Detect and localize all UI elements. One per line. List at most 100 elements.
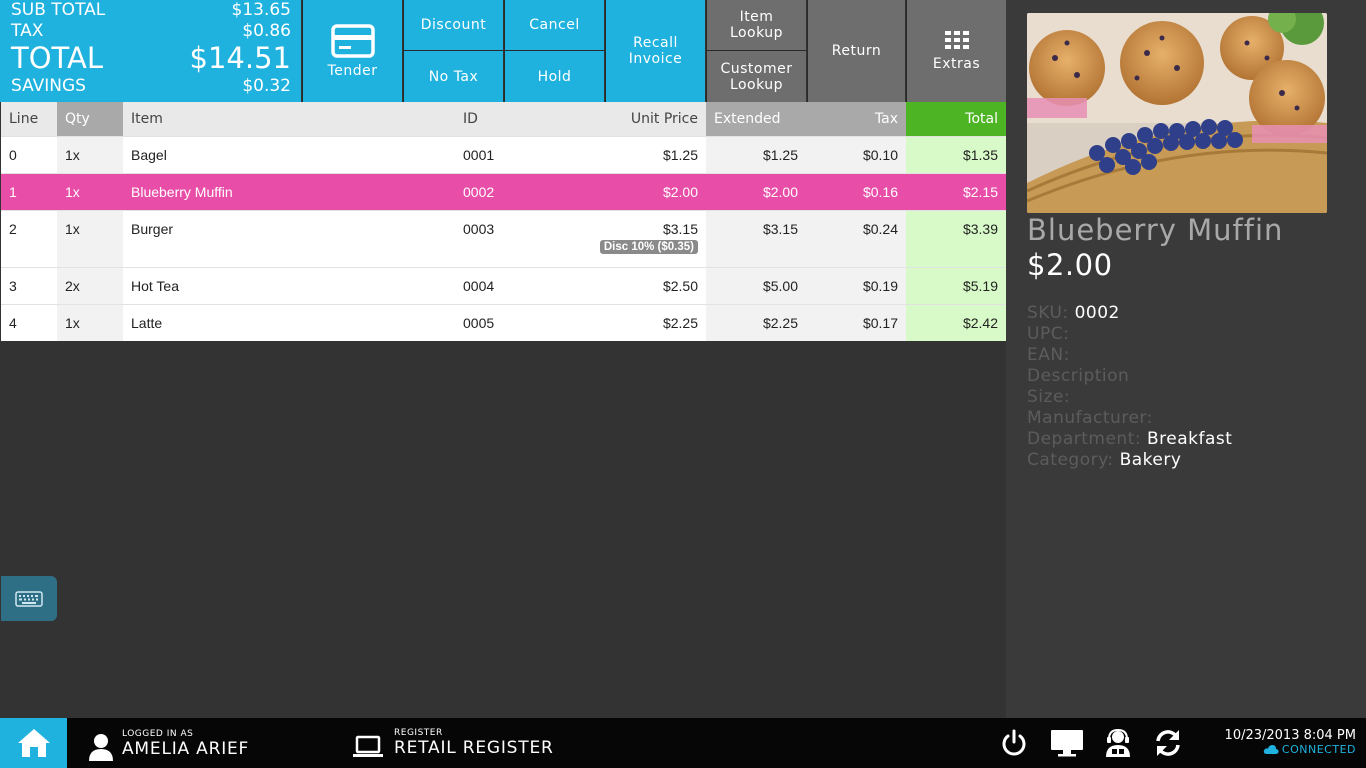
total-label: TOTAL <box>11 41 103 75</box>
tender-button[interactable]: Tender <box>302 0 402 102</box>
home-button[interactable] <box>0 718 67 768</box>
user-icon <box>89 734 113 761</box>
no-tax-label: No Tax <box>428 68 479 85</box>
cell-tax: $0.16 <box>806 174 906 210</box>
tax-label: TAX <box>11 21 44 41</box>
cell-unit-price: $2.50 <box>662 278 698 294</box>
recall-label-1: Recall <box>633 35 678 51</box>
hold-button[interactable]: Hold <box>504 51 604 102</box>
refresh-icon <box>1156 730 1180 756</box>
table-row[interactable]: 2 1x Burger 0003 $3.15 Disc 10% ($0.35) … <box>1 210 1006 267</box>
cancel-button[interactable]: Cancel <box>504 0 604 51</box>
header-qty[interactable]: Qty <box>57 102 123 136</box>
table-row-selected[interactable]: 1 1x Blueberry Muffin 0002 $2.00 $2.00 $… <box>1 173 1006 210</box>
header-total[interactable]: Total <box>906 102 1006 136</box>
cell-tax: $0.17 <box>806 305 906 341</box>
product-photo-graphic <box>1027 13 1327 213</box>
connection-label: CONNECTED <box>1281 743 1356 756</box>
register-name: RETAIL REGISTER <box>394 738 554 758</box>
header-tax[interactable]: Tax <box>806 102 906 136</box>
product-price: $2.00 <box>1027 248 1113 282</box>
cell-item: Bagel <box>131 147 167 163</box>
ean-label: EAN: <box>1027 345 1070 365</box>
display-button[interactable] <box>1050 727 1084 759</box>
table-row[interactable]: 4 1x Latte 0005 $2.25 $2.25 $0.17 $2.42 <box>1 304 1006 341</box>
category-value: Bakery <box>1119 450 1182 470</box>
size-label: Size: <box>1027 387 1071 407</box>
cell-extended: $5.00 <box>706 268 806 304</box>
cell-line: 4 <box>9 315 17 331</box>
total-row: TOTAL $14.51 <box>11 44 291 78</box>
attr-category: Category: Bakery <box>1027 450 1232 471</box>
cell-line: 1 <box>1 174 57 210</box>
totals-panel: SUB TOTAL $13.65 TAX $0.86 TOTAL $14.51 … <box>0 0 301 102</box>
product-attributes: SKU: 0002 UPC: EAN: Description Size: Ma… <box>1027 303 1232 471</box>
recall-invoice-button[interactable]: Recall Invoice <box>605 0 705 102</box>
cell-tax: $0.19 <box>806 268 906 304</box>
cell-qty: 1x <box>57 174 123 210</box>
category-label: Category: <box>1027 450 1114 470</box>
pos-app: SUB TOTAL $13.65 TAX $0.86 TOTAL $14.51 … <box>0 0 1366 768</box>
clock-status: 10/23/2013 8:04 PM CONNECTED <box>1225 728 1356 756</box>
return-label: Return <box>831 43 882 59</box>
cell-tax: $0.10 <box>806 137 906 173</box>
discount-button[interactable]: Discount <box>403 0 503 51</box>
product-detail-panel: Blueberry Muffin $2.00 SKU: 0002 UPC: EA… <box>1006 0 1366 718</box>
table-row[interactable]: 0 1x Bagel 0001 $1.25 $1.25 $0.10 $1.35 <box>1 136 1006 173</box>
cell-id: 0005 <box>463 315 495 331</box>
table-row[interactable]: 3 2x Hot Tea 0004 $2.50 $5.00 $0.19 $5.1… <box>1 267 1006 304</box>
status-bar: LOGGED IN AS AMELIA ARIEF REGISTER RETAI… <box>0 718 1366 768</box>
recall-label-2: Invoice <box>628 51 683 67</box>
cell-total: $3.39 <box>906 211 1006 267</box>
power-button[interactable] <box>997 727 1031 759</box>
header-unit-price[interactable]: Unit Price <box>575 102 706 136</box>
extras-button[interactable]: Extras <box>906 0 1006 102</box>
return-button[interactable]: Return <box>807 0 905 102</box>
cell-unit-price: $1.25 <box>662 147 698 163</box>
cell-total: $2.42 <box>906 305 1006 341</box>
cell-tax: $0.24 <box>806 211 906 267</box>
product-name: Blueberry Muffin <box>1027 213 1284 247</box>
tax-value: $0.86 <box>242 21 291 41</box>
cell-id: 0004 <box>463 278 495 294</box>
cell-qty: 1x <box>57 305 123 341</box>
no-tax-button[interactable]: No Tax <box>403 51 503 102</box>
attr-description: Description <box>1027 366 1232 387</box>
header-id[interactable]: ID <box>455 102 575 136</box>
savings-row: SAVINGS $0.32 <box>11 78 291 99</box>
header-item[interactable]: Item <box>123 102 455 136</box>
subtotal-value: $13.65 <box>231 0 291 20</box>
attr-upc: UPC: <box>1027 324 1232 345</box>
credit-card-icon <box>330 24 375 58</box>
attr-department: Department: Breakfast <box>1027 429 1232 450</box>
header-line[interactable]: Line <box>1 102 57 136</box>
cell-qty: 2x <box>57 268 123 304</box>
item-lookup-button[interactable]: Item Lookup <box>706 0 806 51</box>
cell-unit-price: $3.15 Disc 10% ($0.35) <box>575 211 706 267</box>
cell-qty: 1x <box>57 211 123 267</box>
cell-qty: 1x <box>57 137 123 173</box>
unit-price-value: $3.15 <box>662 221 698 237</box>
department-value: Breakfast <box>1147 429 1233 449</box>
customer-lookup-label-1: Customer <box>720 60 793 77</box>
support-button[interactable] <box>1101 727 1135 759</box>
date-time: 10/23/2013 8:04 PM <box>1224 728 1356 743</box>
header-extended[interactable]: Extended <box>706 102 806 136</box>
customer-lookup-label-2: Lookup <box>729 76 784 93</box>
discount-badge: Disc 10% ($0.35) <box>599 240 698 254</box>
table-header: Line Qty Item ID Unit Price Extended Tax… <box>1 102 1006 136</box>
cell-extended: $1.25 <box>706 137 806 173</box>
customer-lookup-button[interactable]: Customer Lookup <box>706 51 806 102</box>
cell-extended: $3.15 <box>706 211 806 267</box>
savings-label: SAVINGS <box>11 76 86 96</box>
logged-in-label: LOGGED IN AS <box>122 729 194 739</box>
upc-label: UPC: <box>1027 324 1070 344</box>
cell-id: 0001 <box>463 147 495 163</box>
total-value: $14.51 <box>189 41 291 75</box>
savings-value: $0.32 <box>242 76 291 96</box>
cell-total: $5.19 <box>906 268 1006 304</box>
cell-line: 0 <box>9 147 17 163</box>
sync-button[interactable] <box>1151 727 1185 759</box>
keyboard-toggle-button[interactable] <box>1 576 57 621</box>
logged-in-info: LOGGED IN AS AMELIA ARIEF <box>88 727 249 761</box>
